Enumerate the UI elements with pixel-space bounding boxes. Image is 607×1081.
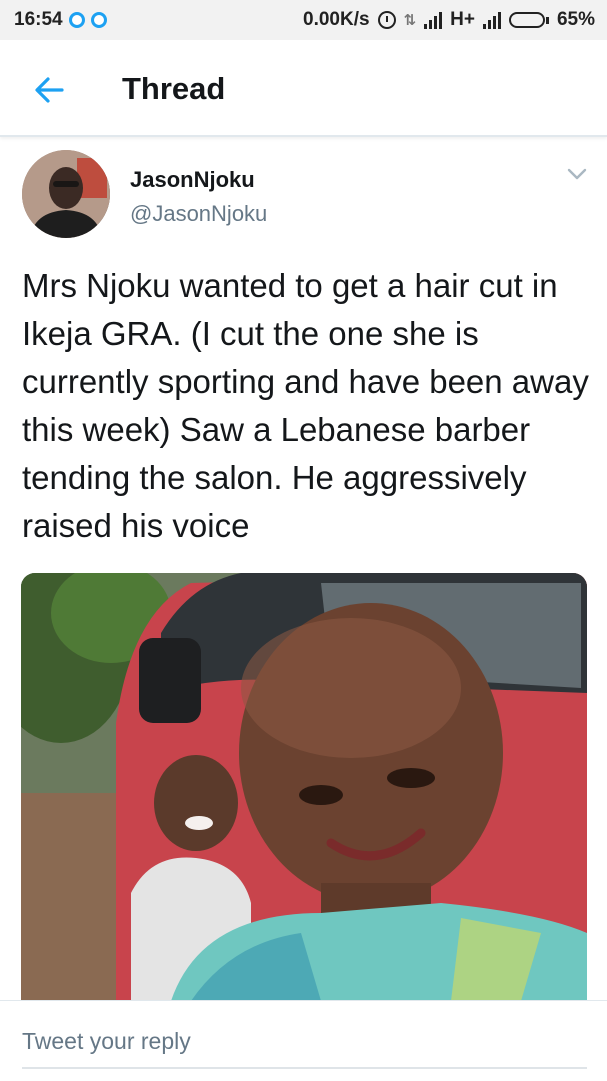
data-transfer-icon: ⇅ bbox=[403, 12, 417, 29]
signal-icon-2 bbox=[482, 11, 501, 29]
avatar[interactable] bbox=[22, 150, 110, 238]
status-time: 16:54 bbox=[14, 9, 63, 30]
network-type: H+ bbox=[450, 9, 475, 30]
status-bar: 16:54 0.00K/s ⇅ H+ 65% bbox=[0, 0, 607, 40]
reply-input[interactable]: Tweet your reply bbox=[22, 1028, 587, 1069]
signal-icon bbox=[424, 11, 443, 29]
battery-icon bbox=[508, 12, 549, 28]
battery-percent: 65% bbox=[556, 9, 595, 30]
notification-dot-icon bbox=[90, 12, 107, 28]
author-display-name[interactable]: JasonNjoku bbox=[130, 167, 255, 193]
tweet-photo[interactable] bbox=[21, 573, 587, 1001]
app-header: Thread bbox=[0, 40, 607, 137]
author-handle[interactable]: @JasonNjoku bbox=[130, 201, 267, 227]
net-speed: 0.00K/s bbox=[303, 9, 370, 30]
status-indicators: 0.00K/s ⇅ H+ 65% bbox=[303, 9, 595, 31]
alarm-icon bbox=[377, 11, 396, 29]
chevron-down-icon[interactable] bbox=[566, 166, 588, 182]
arrow-left-icon[interactable] bbox=[32, 72, 68, 108]
reply-bar: Tweet your reply bbox=[0, 1000, 607, 1081]
page-title: Thread bbox=[122, 71, 226, 106]
tweet-text: Mrs Njoku wanted to get a hair cut in Ik… bbox=[22, 267, 589, 544]
notification-dot-icon bbox=[68, 12, 85, 28]
